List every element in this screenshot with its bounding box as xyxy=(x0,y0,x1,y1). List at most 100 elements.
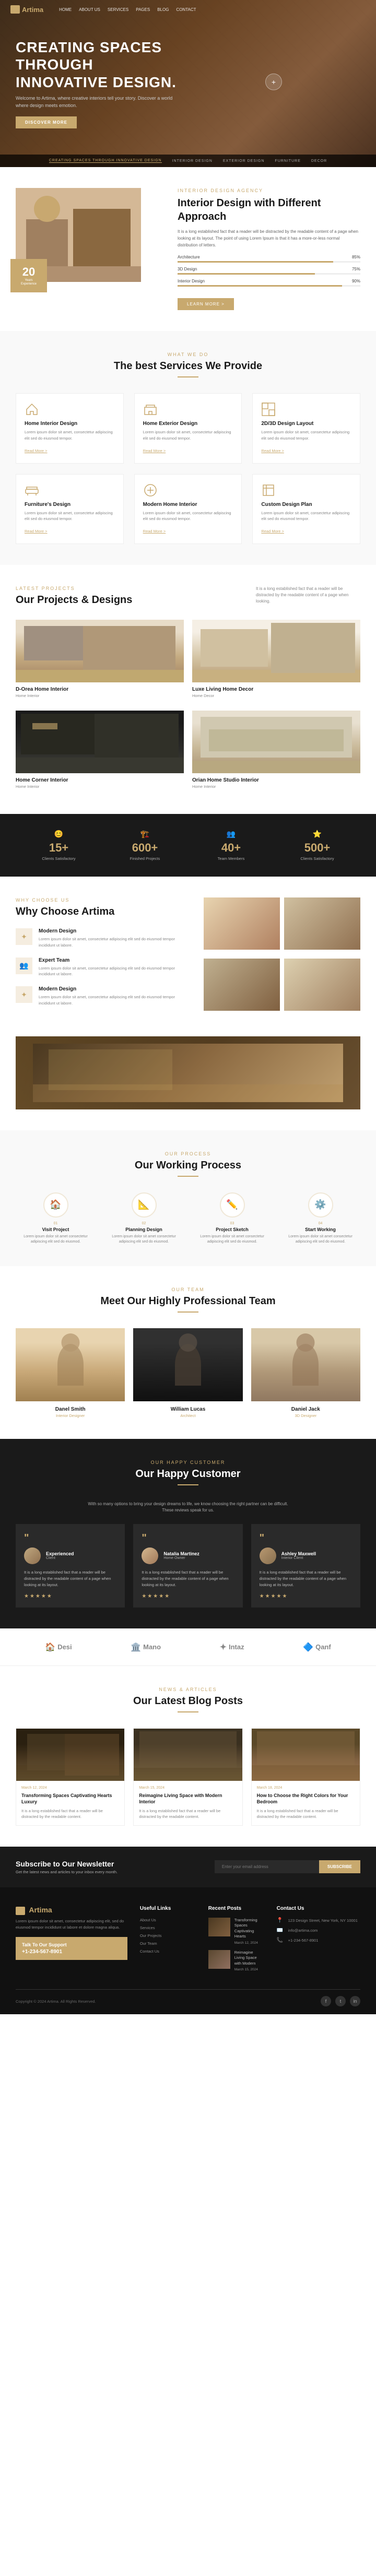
footer-logo: A Artima xyxy=(16,1906,127,1914)
footer-contact-address: 📍 123 Design Street, New York, NY 10001 xyxy=(277,1918,360,1923)
newsletter-email-input[interactable] xyxy=(215,1860,319,1873)
main-nav: Home About Us Services Pages Blog Contac… xyxy=(59,7,196,12)
project-name-0: D-Orea Home Interior xyxy=(16,687,184,692)
hero-subtitle: Welcome to Artima, where creative interi… xyxy=(16,95,183,109)
footer-link-4[interactable]: Contact Us xyxy=(140,1949,196,1954)
why-section: Why Choose Us Why Choose Artima ✦ Modern… xyxy=(0,877,376,1036)
social-facebook[interactable]: f xyxy=(321,1996,331,2006)
service-card-3: Furniture's Design Lorem ipsum dolor sit… xyxy=(16,474,124,545)
nav-pages[interactable]: Pages xyxy=(136,7,150,12)
service-link-2[interactable]: Read More > xyxy=(261,448,284,453)
stat-label-1: Finished Projects xyxy=(107,856,183,861)
hero-cta-button[interactable]: Discover More xyxy=(16,116,77,128)
progress-3d: 3D Design 75% xyxy=(178,267,360,275)
service-link-3[interactable]: Read More > xyxy=(25,529,48,534)
footer-link-3[interactable]: Our Team xyxy=(140,1941,196,1946)
about-learn-more-button[interactable]: Learn More > xyxy=(178,298,234,310)
slide-nav-4[interactable]: Decor xyxy=(311,159,327,163)
why-icon-2: ✦ xyxy=(16,986,32,1003)
stat-num-3: 500+ xyxy=(279,841,355,855)
footer-copyright: Copyright © 2024 Artima. All Rights Rese… xyxy=(16,1999,96,2004)
footer-blog-item-1[interactable]: Reimagine Living Space with Modern March… xyxy=(208,1950,264,1972)
stars-0: ★★★★★ xyxy=(24,1593,116,1599)
nav-home[interactable]: Home xyxy=(59,7,72,12)
project-type-2: Home Interior xyxy=(16,784,184,789)
project-card-1[interactable]: Luxe Living Home Decor Home Decor xyxy=(192,620,360,702)
process-title: Our Working Process xyxy=(16,1160,360,1172)
service-card-0: Home Interior Design Lorem ipsum dolor s… xyxy=(16,393,124,464)
project-card-0[interactable]: D-Orea Home Interior Home Interior xyxy=(16,620,184,702)
quote-icon-0: " xyxy=(24,1532,116,1544)
projects-intro: It is a long established fact that a rea… xyxy=(256,586,360,605)
project-card-2[interactable]: Home Corner Interior Home Interior xyxy=(16,711,184,793)
slide-nav-2[interactable]: Exterior Design xyxy=(223,159,265,163)
service-card-1: Home Exterior Design Lorem ipsum dolor s… xyxy=(134,393,242,464)
footer-recent-posts: Recent Posts Transforming Spaces Captiva… xyxy=(208,1906,264,1977)
team-card-1: William Lucas Architect xyxy=(133,1328,242,1418)
slide-nav-1[interactable]: Interior Design xyxy=(172,159,213,163)
why-icon-0: ✦ xyxy=(16,928,32,945)
service-link-4[interactable]: Read More > xyxy=(143,529,166,534)
blog-card-1[interactable]: March 15, 2024 Reimagine Living Space wi… xyxy=(133,1728,242,1826)
blog-section: News & Articles Our Latest Blog Posts Ma… xyxy=(0,1666,376,1847)
why-content: Why Choose Us Why Choose Artima ✦ Modern… xyxy=(16,897,188,1015)
stat-0: 😊 15+ Clients Satisfactory xyxy=(16,824,102,866)
social-twitter[interactable]: t xyxy=(335,1996,346,2006)
service-icon-modern xyxy=(143,483,158,498)
footer-social: f t in xyxy=(321,1996,360,2006)
service-icon-plan xyxy=(261,483,276,498)
services-divider xyxy=(178,376,198,377)
service-link-1[interactable]: Read More > xyxy=(143,448,166,453)
process-step-0: 🏠 01 Visit Project Lorem ipsum dolor sit… xyxy=(16,1192,96,1245)
blog-card-0[interactable]: March 12, 2024 Transforming Spaces Capti… xyxy=(16,1728,125,1826)
footer-useful-links: Useful Links About Us Services Our Proje… xyxy=(140,1906,196,1977)
service-link-5[interactable]: Read More > xyxy=(261,529,284,534)
why-img-1 xyxy=(284,897,360,950)
progress-value-1: 75% xyxy=(352,267,360,271)
social-instagram[interactable]: in xyxy=(350,1996,360,2006)
footer-contact-email: ✉️ info@artima.com xyxy=(277,1928,360,1933)
slide-nav-0[interactable]: Creating Spaces Through Innovative Desig… xyxy=(49,159,162,163)
projects-title: Our Projects & Designs xyxy=(16,594,132,606)
service-link-0[interactable]: Read More > xyxy=(25,448,48,453)
hero-title: CREATING SPACES THROUGH INNOVATIVE DESIG… xyxy=(16,39,183,91)
footer-link-0[interactable]: About Us xyxy=(140,1918,196,1922)
location-icon: 📍 xyxy=(277,1918,285,1923)
project-card-3[interactable]: Orian Home Studio Interior Home Interior xyxy=(192,711,360,793)
progress-bars: Architecture 85% 3D Design 75% Interior … xyxy=(178,255,360,287)
nav-services[interactable]: Services xyxy=(108,7,128,12)
hero-scroll-button[interactable]: + xyxy=(265,74,282,90)
footer-brand: A Artima Lorem ipsum dolor sit amet, con… xyxy=(16,1906,127,1977)
service-card-5: Custom Design Plan Lorem ipsum dolor sit… xyxy=(252,474,360,545)
why-images xyxy=(204,897,360,1015)
footer-support-phone[interactable]: +1-234-567-8901 xyxy=(22,1949,121,1955)
newsletter-subscribe-button[interactable]: Subscribe xyxy=(319,1860,360,1873)
footer-bottom: Copyright © 2024 Artima. All Rights Rese… xyxy=(16,1989,360,2006)
footer-blog-item-0[interactable]: Transforming Spaces Captivating Hearts M… xyxy=(208,1918,264,1945)
nav-about[interactable]: About Us xyxy=(79,7,100,12)
why-img-2 xyxy=(204,959,280,1011)
about-subtitle: Interior Design Agency xyxy=(178,188,360,193)
project-name-1: Luxe Living Home Decor xyxy=(192,687,360,692)
blog-card-2[interactable]: March 18, 2024 How to Choose the Right C… xyxy=(251,1728,360,1826)
partner-1: 🏛️ Mano xyxy=(131,1642,161,1652)
services-title: The best Services We Provide xyxy=(16,360,360,372)
services-section: What We Do The best Services We Provide … xyxy=(0,331,376,565)
testimonials-intro: With so many options to bring your desig… xyxy=(84,1501,292,1514)
footer-link-1[interactable]: Services xyxy=(140,1925,196,1930)
progress-value-0: 85% xyxy=(352,255,360,259)
newsletter-subtitle: Get the latest news and articles to your… xyxy=(16,1870,118,1874)
testimonials-subtitle: Our Happy Customer xyxy=(16,1460,360,1465)
nav-contact[interactable]: Contact xyxy=(176,7,196,12)
stars-2: ★★★★★ xyxy=(260,1593,352,1599)
nav-blog[interactable]: Blog xyxy=(157,7,169,12)
slide-nav-3[interactable]: Furniture xyxy=(275,159,300,163)
project-image-0 xyxy=(16,620,184,682)
logo[interactable]: A Artima xyxy=(10,5,43,14)
progress-architecture: Architecture 85% xyxy=(178,255,360,263)
stat-icon-0: 😊 xyxy=(21,830,97,838)
footer-link-2[interactable]: Our Projects xyxy=(140,1933,196,1938)
partner-3: 🔷 Qanf xyxy=(303,1642,331,1652)
blog-image-2 xyxy=(252,1729,360,1781)
projects-subtitle: Latest Projects xyxy=(16,586,132,591)
